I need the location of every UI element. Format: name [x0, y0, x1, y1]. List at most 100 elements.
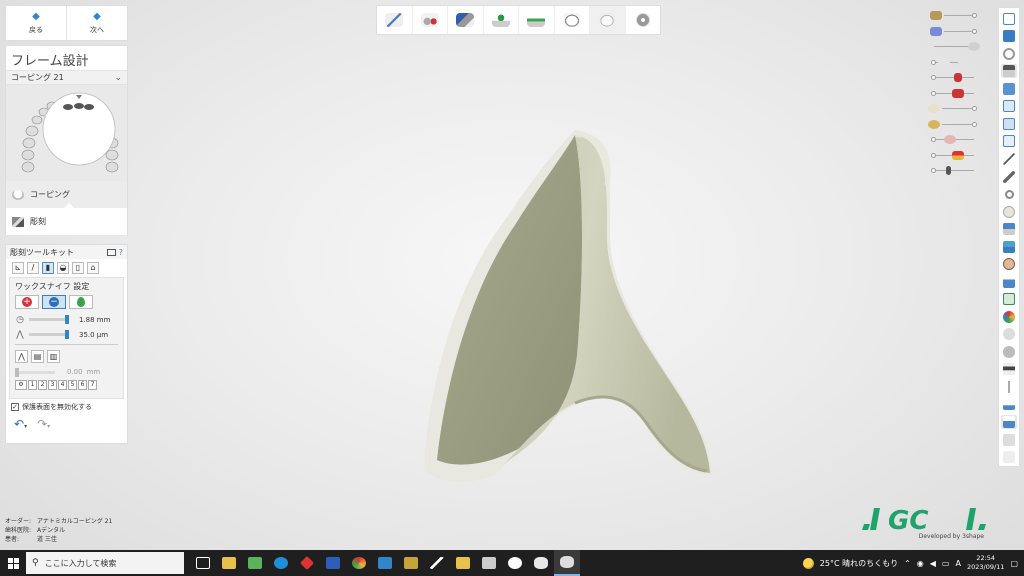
profile-round-button[interactable]: ▥ — [47, 350, 60, 363]
scissors-tool-button[interactable] — [413, 6, 448, 34]
visibility-thumb-7[interactable] — [972, 106, 977, 111]
visibility-row-2[interactable] — [928, 24, 980, 40]
fullscreen-button[interactable] — [1001, 29, 1017, 43]
section-view-button[interactable] — [1001, 82, 1017, 96]
smooth-material-button[interactable] — [69, 295, 93, 309]
finish-tool-button[interactable] — [626, 6, 661, 34]
copy-view-button[interactable] — [1001, 117, 1017, 131]
ime-indicator[interactable]: A — [955, 559, 960, 568]
app-3shape-1-button[interactable] — [476, 550, 502, 576]
weather-icon[interactable] — [802, 557, 814, 569]
app-3shape-2-button[interactable] — [528, 550, 554, 576]
visibility-row-4[interactable] — [928, 55, 980, 71]
distance-button[interactable] — [1001, 134, 1017, 148]
face-view-button[interactable] — [1001, 257, 1017, 271]
app-chat-button[interactable] — [502, 550, 528, 576]
radius-slider[interactable] — [29, 315, 69, 324]
add-wax-tool-tab[interactable]: ⊾ — [12, 262, 24, 274]
weather-text[interactable]: 25°C 晴れのちくもり — [820, 558, 898, 569]
app-files-button[interactable] — [450, 550, 476, 576]
preset-5-button[interactable]: 5 — [68, 380, 77, 390]
preset-3-button[interactable]: 3 — [48, 380, 57, 390]
gear-view-button[interactable] — [1001, 327, 1017, 341]
margin-tool-button[interactable] — [484, 6, 519, 34]
app-calendar-button[interactable] — [398, 550, 424, 576]
bite-button[interactable] — [1001, 292, 1017, 306]
layers-button[interactable] — [1001, 99, 1017, 113]
app-3shape-active-button[interactable] — [554, 550, 580, 576]
app-bolt-button[interactable] — [424, 550, 450, 576]
view-mode-button[interactable] — [1001, 64, 1017, 79]
palette-button[interactable] — [1001, 310, 1017, 324]
chevron-button[interactable] — [1001, 362, 1017, 376]
chevron-up-icon[interactable]: ⌃ — [904, 559, 911, 568]
redo-icon[interactable]: ↷▾ — [37, 417, 50, 431]
prep-tool-button[interactable] — [448, 6, 484, 34]
coping-3d-model[interactable] — [415, 125, 720, 490]
visibility-thumb-11[interactable] — [931, 168, 936, 173]
pencil-button[interactable] — [1001, 170, 1017, 184]
profile-peak-button[interactable]: ⋀ — [15, 350, 28, 363]
visibility-thumb-10[interactable] — [931, 152, 936, 158]
axis-button[interactable] — [1001, 380, 1017, 394]
radius-slider-thumb[interactable] — [65, 315, 69, 324]
brush-tool-tab[interactable]: ⌂ — [87, 262, 99, 274]
visibility-row-6[interactable] — [928, 86, 980, 102]
next-button[interactable]: ◆ 次へ — [66, 6, 127, 40]
visibility-row-8[interactable] — [928, 117, 980, 133]
visibility-thumb-6[interactable] — [931, 90, 936, 96]
die-tool-button[interactable] — [519, 6, 555, 34]
preset-7-button[interactable]: 7 — [88, 380, 97, 390]
clock[interactable]: 22:54 2023/09/11 — [967, 554, 1004, 572]
camera-button[interactable] — [1001, 433, 1017, 447]
wax-knife-tool-tab[interactable]: ▮ — [42, 262, 54, 274]
warning-button[interactable] — [1001, 275, 1017, 289]
crown-tool-button[interactable] — [555, 6, 590, 34]
preset-4-button[interactable]: 4 — [58, 380, 67, 390]
visibility-thumb-5[interactable] — [931, 75, 936, 80]
thickness-slider-thumb[interactable] — [65, 330, 69, 339]
task-view-button[interactable] — [190, 550, 216, 576]
app-skype-button[interactable] — [268, 550, 294, 576]
preset-settings-button[interactable]: ⚙ — [15, 380, 27, 390]
occlusion-button[interactable] — [1001, 240, 1017, 254]
back-button[interactable]: ◆ 戻る — [6, 6, 66, 40]
visibility-thumb-1[interactable] — [972, 13, 977, 18]
visibility-thumb-4[interactable] — [931, 59, 936, 65]
visibility-thumb-9[interactable] — [931, 137, 936, 142]
jaw-selector[interactable] — [6, 85, 127, 181]
app-x-button[interactable] — [242, 550, 268, 576]
taskbar-search[interactable]: ⚲ ここに入力して検索 — [26, 552, 184, 574]
screenshot-button[interactable] — [1001, 414, 1017, 429]
profile-flat-button[interactable]: ▤ — [31, 350, 44, 363]
search-view-button[interactable] — [1001, 187, 1017, 201]
visibility-row-5[interactable] — [928, 70, 980, 86]
preset-2-button[interactable]: 2 — [38, 380, 47, 390]
visibility-row-9[interactable] — [928, 132, 980, 148]
cut-tool-tab[interactable]: ▯ — [72, 262, 84, 274]
volume-icon[interactable]: ◀ — [930, 559, 936, 568]
morph-tool-tab[interactable]: ◒ — [57, 262, 69, 274]
app-red-button[interactable] — [294, 550, 320, 576]
measure-button[interactable] — [1001, 152, 1017, 166]
toggle-button[interactable] — [1001, 345, 1017, 359]
visibility-row-3[interactable] — [928, 39, 980, 55]
rotate-view-button[interactable] — [1001, 47, 1017, 61]
ruler-button[interactable] — [1001, 397, 1017, 411]
visibility-row-1[interactable] — [928, 8, 980, 24]
protect-surface-checkbox[interactable]: ✓ — [11, 403, 19, 411]
network-icon[interactable]: ◉ — [917, 559, 924, 568]
zoom-fit-button[interactable] — [1001, 12, 1017, 26]
step-sculpt[interactable]: 彫刻 — [6, 203, 127, 235]
app-mail-button[interactable] — [372, 550, 398, 576]
battery-icon[interactable]: ▭ — [942, 559, 950, 568]
app-word-button[interactable] — [320, 550, 346, 576]
video-icon[interactable] — [107, 248, 117, 256]
visibility-row-11[interactable] — [928, 163, 980, 179]
scan-tool-button[interactable] — [377, 6, 413, 34]
visibility-row-7[interactable] — [928, 101, 980, 117]
preset-6-button[interactable]: 6 — [78, 380, 87, 390]
remove-material-button[interactable]: − — [42, 295, 66, 309]
undo-icon[interactable]: ↶▾ — [14, 417, 27, 431]
frame-tool-button[interactable] — [590, 6, 626, 34]
